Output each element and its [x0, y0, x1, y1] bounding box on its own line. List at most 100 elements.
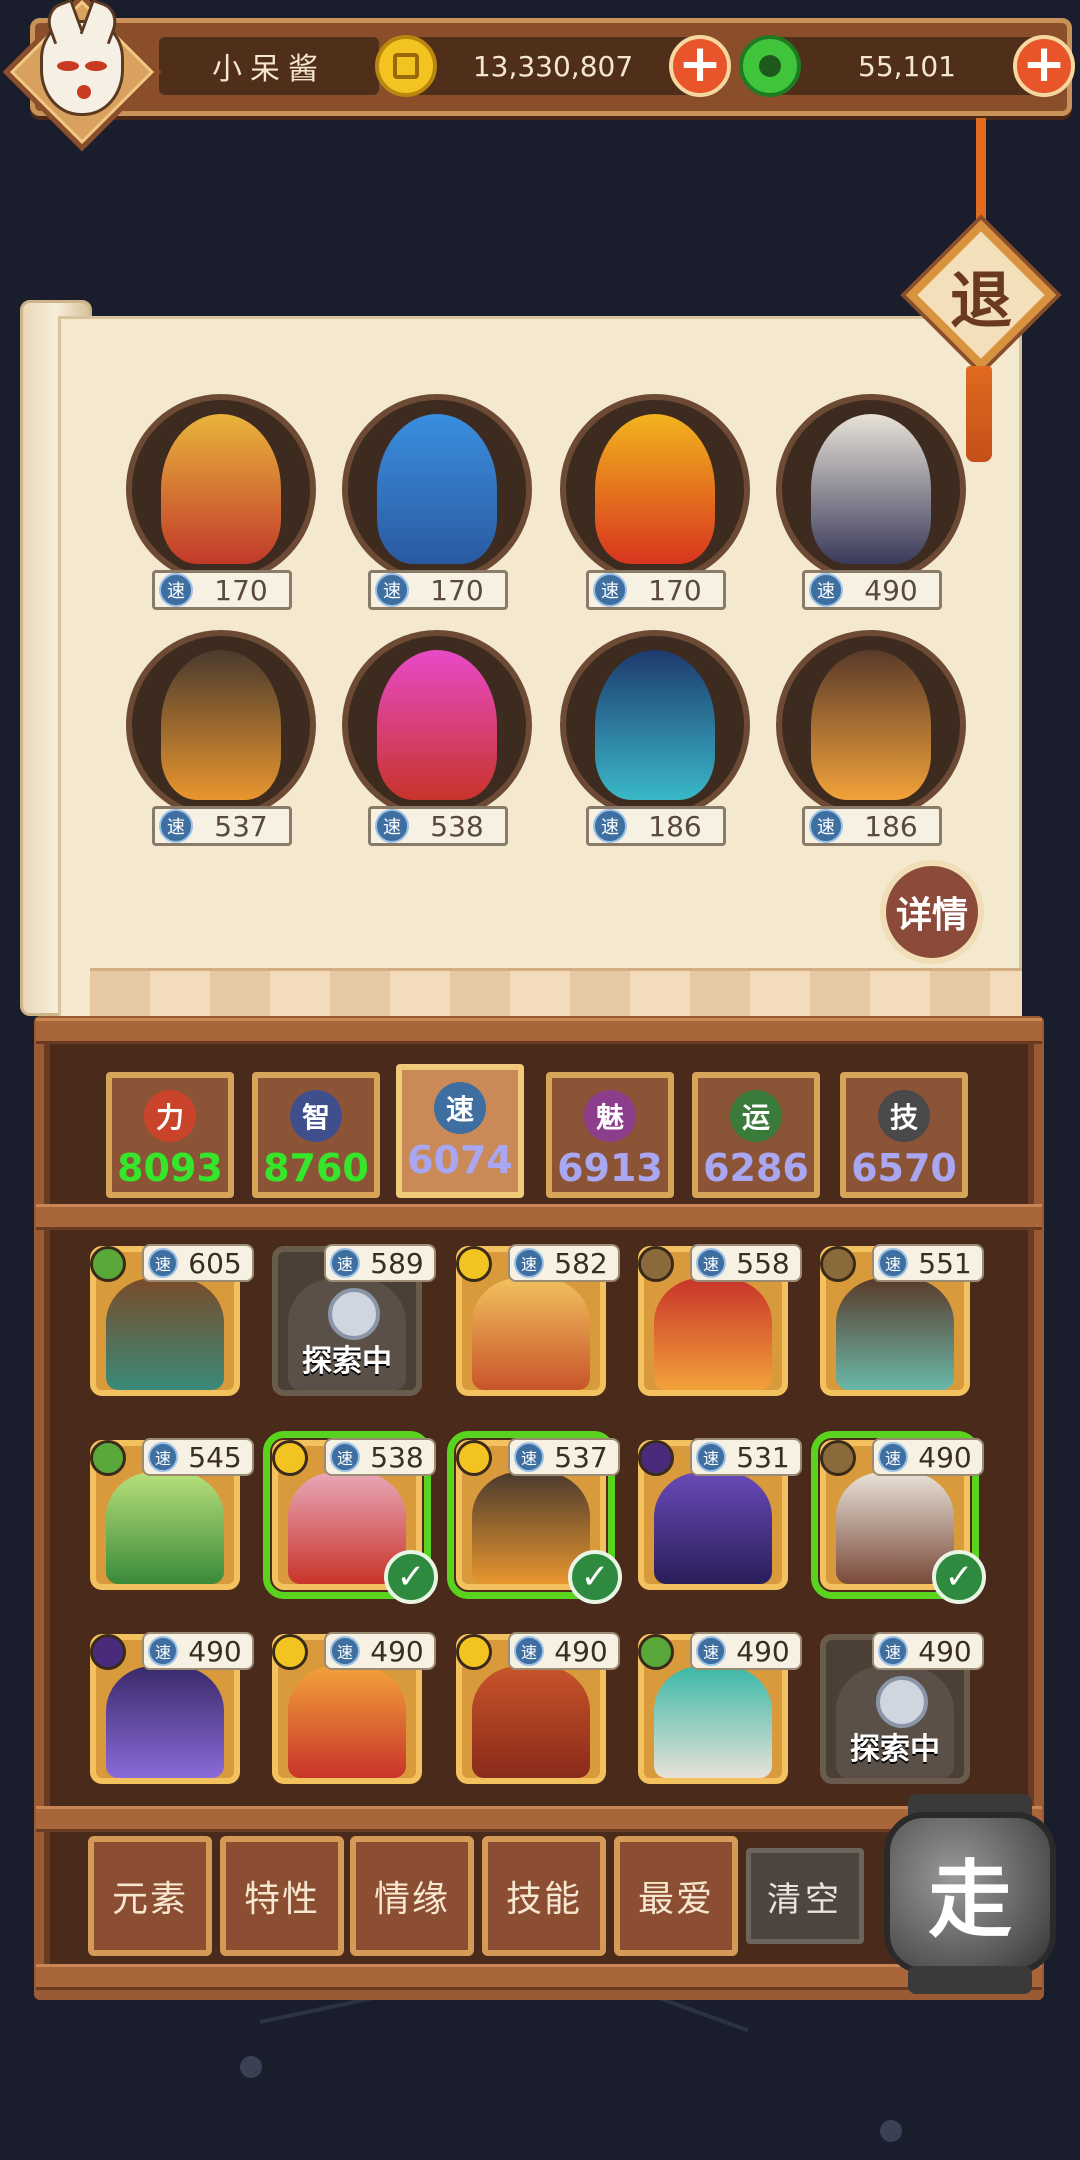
- hero-speed-tag: 速 186: [802, 806, 942, 846]
- hero-portrait: [161, 650, 281, 800]
- hero-speed-tag: 速 186: [586, 806, 726, 846]
- roster-hero-card[interactable]: 速 582: [456, 1244, 626, 1416]
- roster-hero-card[interactable]: 速 537 ✓: [447, 1431, 626, 1610]
- hero-speed-tag: 速 490: [872, 1632, 984, 1670]
- speed-icon: 速: [514, 1636, 544, 1666]
- hero-speed-tag: 速 582: [508, 1244, 620, 1282]
- stat-tab-power[interactable]: 力 8093: [106, 1072, 234, 1198]
- team-hero[interactable]: 速 170: [560, 394, 750, 610]
- speed-icon: 速: [809, 809, 843, 843]
- stat-tab-intellect[interactable]: 智 8760: [252, 1072, 380, 1198]
- wood-element-icon: [90, 1440, 126, 1476]
- hero-speed-tag: 速 605: [142, 1244, 254, 1282]
- light-element-icon: [456, 1440, 492, 1476]
- checkmark-icon: ✓: [568, 1550, 622, 1604]
- hero-speed-tag: 速 170: [152, 570, 292, 610]
- speed-icon: 速: [696, 1636, 726, 1666]
- roster-hero-card[interactable]: 速 490: [456, 1632, 626, 1804]
- hero-speed-tag: 速 490: [872, 1438, 984, 1476]
- stat-tab-skill[interactable]: 技 6570: [840, 1072, 968, 1198]
- power-icon: 力: [144, 1090, 196, 1142]
- details-button[interactable]: 详情: [880, 860, 984, 964]
- roster-hero-card[interactable]: 速 605: [90, 1244, 260, 1416]
- roster-hero-card[interactable]: 速 490: [90, 1632, 260, 1804]
- speed-icon: 速: [434, 1082, 486, 1134]
- hero-speed-tag: 速 558: [690, 1244, 802, 1282]
- roster-hero-card[interactable]: 速 490: [272, 1632, 442, 1804]
- filter-skill-button[interactable]: 技能: [482, 1836, 606, 1956]
- hero-portrait: [811, 414, 931, 564]
- stat-value: 6286: [703, 1146, 809, 1190]
- filter-trait-button[interactable]: 特性: [220, 1836, 344, 1956]
- team-hero[interactable]: 速 537: [126, 630, 316, 846]
- constellation-star: [880, 2120, 902, 2142]
- hero-speed-tag: 速 537: [508, 1438, 620, 1476]
- roster-hero-card[interactable]: 速 558: [638, 1244, 808, 1416]
- roster-hero-card[interactable]: 速 490: [638, 1632, 808, 1804]
- hero-portrait: [161, 414, 281, 564]
- hero-speed-tag: 速 490: [802, 570, 942, 610]
- jade-counter: 55,101 +: [739, 35, 1075, 97]
- add-jade-button[interactable]: +: [1013, 35, 1075, 97]
- exit-rope: [976, 118, 986, 228]
- player-avatar[interactable]: [2, 0, 162, 152]
- light-element-icon: [456, 1634, 492, 1670]
- filter-favorite-button[interactable]: 最爱: [614, 1836, 738, 1956]
- stat-tab-speed[interactable]: 速 6074: [396, 1064, 524, 1198]
- light-element-icon: [456, 1246, 492, 1282]
- speed-icon: 速: [809, 573, 843, 607]
- hero-portrait: [811, 650, 931, 800]
- roster-hero-card[interactable]: 速 538 ✓: [263, 1431, 442, 1610]
- stat-tab-charm[interactable]: 魅 6913: [546, 1072, 674, 1198]
- hero-portrait: [595, 414, 715, 564]
- team-hero[interactable]: 速 170: [342, 394, 532, 610]
- stat-tab-luck[interactable]: 运 6286: [692, 1072, 820, 1198]
- light-element-icon: [272, 1440, 308, 1476]
- speed-icon: 速: [878, 1442, 908, 1472]
- earth-element-icon: [820, 1440, 856, 1476]
- roster-hero-card[interactable]: 探索中 速 589: [272, 1244, 442, 1416]
- roster-hero-card[interactable]: 探索中 速 490: [820, 1632, 990, 1804]
- team-hero[interactable]: 速 186: [776, 630, 966, 846]
- speed-icon: 速: [159, 809, 193, 843]
- checkmark-icon: ✓: [932, 1550, 986, 1604]
- checkmark-icon: ✓: [384, 1550, 438, 1604]
- team-hero[interactable]: 速 186: [560, 630, 750, 846]
- speed-icon: 速: [330, 1636, 360, 1666]
- hero-portrait: [595, 650, 715, 800]
- team-hero[interactable]: 速 538: [342, 630, 532, 846]
- roster-hero-card[interactable]: 速 551: [820, 1244, 990, 1416]
- filter-element-button[interactable]: 元素: [88, 1836, 212, 1956]
- speed-icon: 速: [514, 1248, 544, 1278]
- add-gold-button[interactable]: +: [669, 35, 731, 97]
- filter-bond-button[interactable]: 情缘: [350, 1836, 474, 1956]
- wood-element-icon: [90, 1246, 126, 1282]
- hero-speed-tag: 速 537: [152, 806, 292, 846]
- roster-hero-card[interactable]: 速 545: [90, 1438, 260, 1610]
- jade-coin-icon: [739, 35, 801, 97]
- earth-element-icon: [820, 1246, 856, 1282]
- dark-element-icon: [638, 1440, 674, 1476]
- gold-coin-icon: [375, 35, 437, 97]
- shelf-beam: [36, 1018, 1042, 1044]
- speed-icon: 速: [330, 1248, 360, 1278]
- clear-button[interactable]: 清空: [746, 1848, 864, 1944]
- exploring-status: 探索中: [850, 1732, 940, 1767]
- team-hero[interactable]: 速 170: [126, 394, 316, 610]
- hero-speed-tag: 速 531: [690, 1438, 802, 1476]
- speed-icon: 速: [696, 1442, 726, 1472]
- wood-element-icon: [638, 1634, 674, 1670]
- exit-button[interactable]: 退: [906, 220, 1056, 370]
- hero-speed-tag: 速 490: [142, 1632, 254, 1670]
- hero-speed-tag: 速 490: [508, 1632, 620, 1670]
- go-button[interactable]: 走: [884, 1794, 1056, 1994]
- hero-speed-tag: 速 490: [324, 1632, 436, 1670]
- roster-hero-card[interactable]: 速 531: [638, 1438, 808, 1610]
- team-hero[interactable]: 速 490: [776, 394, 966, 610]
- go-label: 走: [927, 1849, 1012, 1949]
- exit-label: 退: [949, 264, 1012, 337]
- stat-value: 6074: [407, 1138, 513, 1182]
- exit-tassel: [966, 366, 992, 462]
- roster-hero-card[interactable]: 速 490 ✓: [811, 1431, 990, 1610]
- scroll-wave-border: [90, 968, 1022, 1020]
